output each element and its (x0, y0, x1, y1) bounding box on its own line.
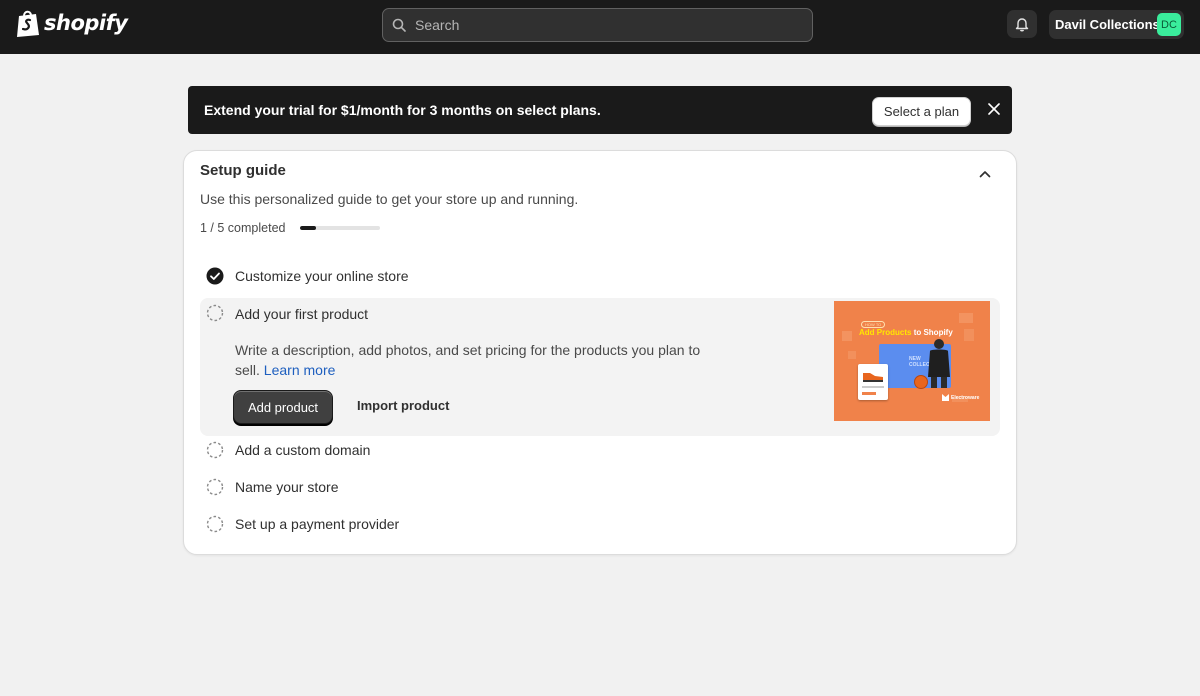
step-custom-domain[interactable]: Add a custom domain (200, 432, 1000, 469)
step-label: Set up a payment provider (235, 516, 400, 532)
promo-card-button (862, 392, 876, 395)
step-label: Name your store (235, 479, 339, 495)
dashed-circle-icon (206, 304, 224, 322)
promo-tag: HOW TO (861, 321, 886, 328)
progress-fill (300, 226, 316, 230)
progress-bar (300, 226, 380, 230)
step-label: Customize your online store (235, 268, 409, 284)
top-bar: shopify Davil Collections DC (0, 0, 1200, 54)
close-icon (988, 103, 1000, 115)
bell-icon (1015, 18, 1029, 32)
setup-guide-title: Setup guide (200, 162, 286, 179)
promo-person-figure (928, 339, 950, 388)
step-name-store[interactable]: Name your store (200, 469, 1000, 506)
import-product-button[interactable]: Import product (345, 398, 461, 413)
add-product-button[interactable]: Add product (233, 390, 333, 424)
dashed-circle-icon (206, 478, 224, 496)
search-input[interactable] (415, 17, 795, 33)
store-name: Davil Collections (1055, 17, 1160, 32)
setup-guide-subtitle: Use this personalized guide to get your … (200, 191, 579, 207)
step-add-first-product: Add your first product Write a descripti… (200, 298, 1000, 436)
dashed-circle-icon (206, 441, 224, 459)
check-circle-icon (206, 267, 224, 285)
promo-title: Add Products to Shopify (859, 328, 953, 337)
step-label: Add a custom domain (235, 442, 371, 458)
setup-guide-card: Setup guide Use this personalized guide … (183, 150, 1017, 555)
shopify-logo[interactable]: shopify (15, 8, 128, 38)
shopify-bag-icon (17, 10, 39, 37)
search-bar[interactable] (382, 8, 813, 42)
store-menu-button[interactable]: Davil Collections DC (1049, 10, 1184, 39)
sneaker-icon (863, 373, 883, 382)
banner-close-button[interactable] (984, 100, 1004, 118)
add-products-promo-image: HOW TO Add Products to Shopify NEW COLLE… (834, 301, 990, 421)
store-avatar: DC (1157, 13, 1181, 36)
banner-text: Extend your trial for $1/month for 3 mon… (204, 102, 601, 118)
dashed-circle-icon (206, 515, 224, 533)
basketball-icon (914, 375, 928, 389)
notifications-button[interactable] (1007, 10, 1037, 38)
brand-logo-icon (942, 394, 949, 401)
logo-text: shopify (44, 11, 128, 35)
promo-brand-text: Electroware (951, 394, 980, 401)
step-customize-store[interactable]: Customize your online store (200, 258, 1000, 295)
progress-text: 1 / 5 completed (200, 221, 286, 235)
chevron-up-icon (979, 171, 991, 178)
step-payment-provider[interactable]: Set up a payment provider (200, 506, 1000, 543)
search-icon (392, 18, 406, 32)
promo-product-card (858, 364, 888, 400)
promo-card-line (862, 386, 884, 388)
promo-title-rest: to Shopify (913, 328, 953, 337)
step-description: Write a description, add photos, and set… (235, 340, 725, 380)
collapse-guide-button[interactable] (975, 164, 995, 184)
learn-more-link[interactable]: Learn more (264, 362, 336, 378)
select-plan-button[interactable]: Select a plan (872, 97, 971, 126)
step-label[interactable]: Add your first product (235, 306, 368, 322)
promo-title-highlight: Add Products (859, 328, 912, 337)
promo-brand: Electroware (942, 394, 979, 401)
